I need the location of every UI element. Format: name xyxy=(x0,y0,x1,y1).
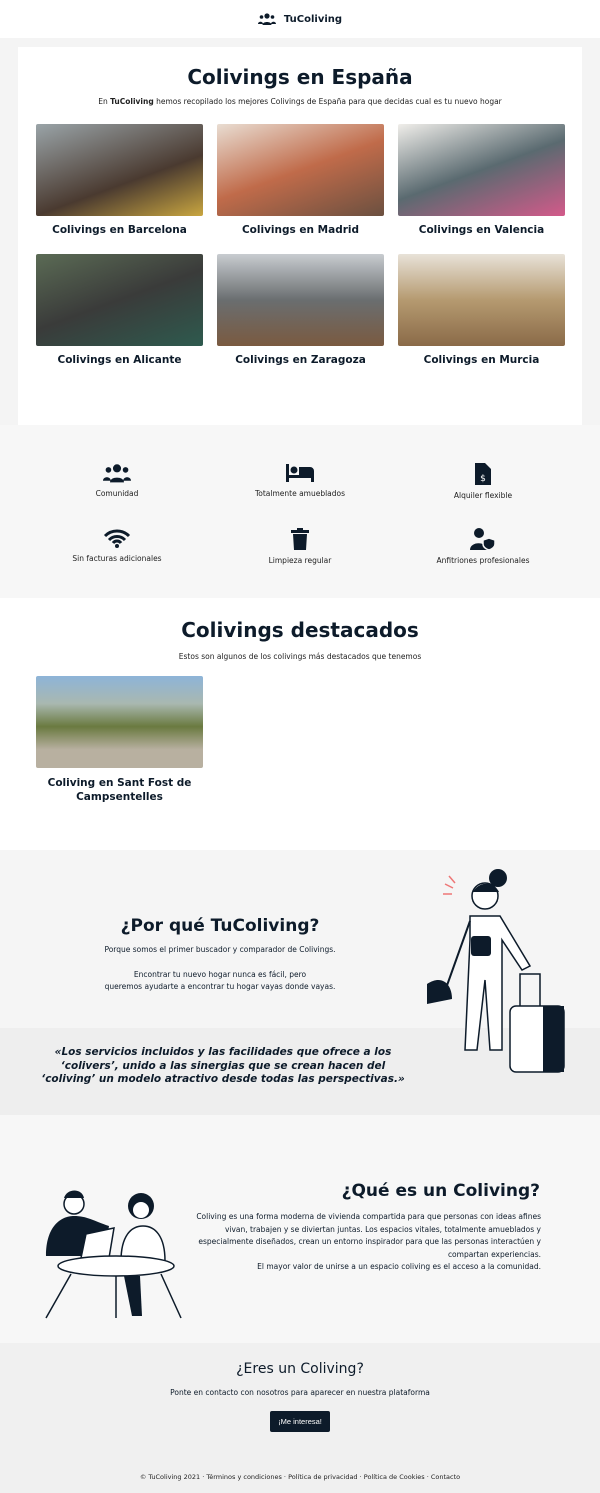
city-card-murcia[interactable]: Colivings en Murcia xyxy=(398,254,565,366)
section-title: ¿Por qué TuColiving? xyxy=(120,916,320,936)
svg-text:$: $ xyxy=(480,474,486,484)
what-text: El mayor valor de unirse a un espacio co… xyxy=(257,1262,541,1271)
city-label[interactable]: Colivings en Murcia xyxy=(398,354,565,366)
city-label[interactable]: Colivings en Alicante xyxy=(36,354,203,366)
city-image[interactable] xyxy=(398,254,565,346)
section-subtitle: Estos son algunos de los colivings más d… xyxy=(178,652,422,661)
cta-text: Ponte en contacto con nosotros para apar… xyxy=(170,1388,430,1397)
city-image[interactable] xyxy=(217,124,384,216)
section-title: ¿Qué es un Coliving? xyxy=(341,1181,540,1201)
trash-icon xyxy=(291,528,309,550)
user-shield-icon xyxy=(470,528,496,550)
cta-section: ¿Eres un Coliving? Ponte en contacto con… xyxy=(0,1343,600,1493)
why-text: Porque somos el primer buscador y compar… xyxy=(104,945,336,954)
footer-link-cookies[interactable]: Política de Cookies xyxy=(364,1473,425,1481)
city-image[interactable] xyxy=(217,254,384,346)
feature-item: Sin facturas adicionales xyxy=(17,528,217,563)
top-nav: TuColiving xyxy=(0,0,600,38)
users-icon xyxy=(103,464,131,483)
city-card-valencia[interactable]: Colivings en Valencia xyxy=(398,124,565,236)
feature-item: Anfitriones profesionales xyxy=(383,528,583,565)
why-text: queremos ayudarte a encontrar tu hogar v… xyxy=(104,982,336,991)
city-label[interactable]: Colivings en Barcelona xyxy=(36,224,203,236)
bed-icon xyxy=(286,464,314,482)
section-title: Colivings destacados xyxy=(181,618,419,642)
city-card-madrid[interactable]: Colivings en Madrid xyxy=(217,124,384,236)
users-icon xyxy=(257,13,276,25)
city-card-zaragoza[interactable]: Colivings en Zaragoza xyxy=(217,254,384,366)
invoice-dollar-icon: $ xyxy=(475,463,491,485)
feature-item: Totalmente amueblados xyxy=(200,463,400,498)
featured-card[interactable]: Coliving en Sant Fost de Campsentelles xyxy=(36,676,203,804)
coworkers-illustration xyxy=(45,1190,182,1319)
footer-link-privacy[interactable]: Política de privacidad xyxy=(288,1473,358,1481)
feature-item: Limpieza regular xyxy=(200,528,400,565)
copyright: © TuColiving 2021 xyxy=(139,1473,201,1481)
section-intro: En TuColiving hemos recopilado los mejor… xyxy=(98,97,502,106)
featured-image[interactable] xyxy=(36,676,203,768)
featured-section: Colivings destacados Estos son algunos d… xyxy=(0,598,600,850)
me-interesa-button[interactable]: ¡Me interesa! xyxy=(270,1410,330,1432)
quote-text: «Los servicios incluidos y las facilidad… xyxy=(41,1046,405,1085)
footer-link-contact[interactable]: Contacto xyxy=(431,1473,460,1481)
city-card-alicante[interactable]: Colivings en Alicante xyxy=(36,254,203,366)
featured-label[interactable]: Coliving en Sant Fost de Campsentelles xyxy=(36,776,203,804)
city-image[interactable] xyxy=(36,124,203,216)
city-label[interactable]: Colivings en Madrid xyxy=(217,224,384,236)
city-card-barcelona[interactable]: Colivings en Barcelona xyxy=(36,124,203,236)
spain-section: Colivings en España En TuColiving hemos … xyxy=(18,47,582,425)
footer-link-terms[interactable]: Términos y condiciones xyxy=(206,1473,282,1481)
footer: © TuColiving 2021 · Términos y condicion… xyxy=(139,1473,461,1481)
traveler-illustration xyxy=(427,869,565,1073)
city-image[interactable] xyxy=(398,124,565,216)
feature-item: $ Alquiler flexible xyxy=(383,463,583,500)
cta-title: ¿Eres un Coliving? xyxy=(236,1361,364,1377)
wifi-icon xyxy=(103,529,131,548)
city-image[interactable] xyxy=(36,254,203,346)
city-label[interactable]: Colivings en Valencia xyxy=(398,224,565,236)
what-text: Coliving es una forma moderna de viviend… xyxy=(196,1212,541,1259)
feature-item: Comunidad xyxy=(17,463,217,498)
features-section: Comunidad Totalmente amueblados $ Alquile… xyxy=(0,425,600,598)
why-text: Encontrar tu nuevo hogar nunca es fácil,… xyxy=(133,969,307,979)
brand-link[interactable]: TuColiving xyxy=(284,14,342,25)
city-label[interactable]: Colivings en Zaragoza xyxy=(217,354,384,366)
section-title: Colivings en España xyxy=(187,65,413,89)
